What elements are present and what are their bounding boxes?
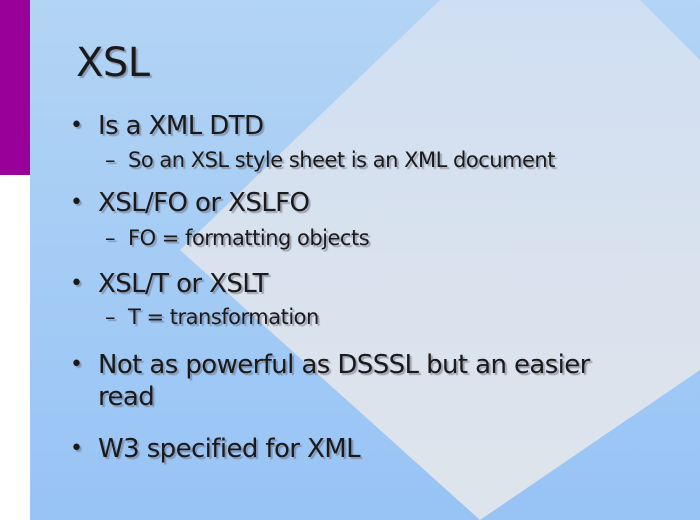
bullet-text: W3 specified for XML [98,434,361,464]
bullet-dot-icon: • [70,113,83,138]
bullet-dot-icon: • [70,436,83,461]
bullet-item: • XSL/FO or XSLFO [70,187,650,219]
bullet-text: Not as powerful as DSSSL but an easier r… [98,350,590,412]
sub-bullet-text: T = transformation [128,305,319,329]
bullet-item: • W3 specified for XML [70,433,650,465]
bullet-list: • Is a XML DTD – So an XSL style sheet i… [70,105,650,465]
bullet-dot-icon: • [70,352,83,377]
sub-bullet-item: – FO = formatting objects [70,225,650,251]
slide-title: XSL [76,40,150,86]
dash-icon: – [105,226,116,250]
bullet-item: • Is a XML DTD [70,110,650,142]
dash-icon: – [105,305,116,329]
bullet-text: Is a XML DTD [98,111,264,141]
dash-icon: – [105,148,116,172]
bullet-text: XSL/T or XSLT [98,269,268,299]
bullet-text: XSL/FO or XSLFO [98,188,310,218]
sub-bullet-text: So an XSL style sheet is an XML document [128,148,555,172]
sub-bullet-text: FO = formatting objects [128,226,370,250]
bullet-item: • Not as powerful as DSSSL but an easier… [70,349,650,413]
accent-bar [0,0,30,175]
bullet-item: • XSL/T or XSLT [70,268,650,300]
slide: XSL • Is a XML DTD – So an XSL style she… [0,0,700,520]
bullet-dot-icon: • [70,271,83,296]
sub-bullet-item: – T = transformation [70,304,650,330]
sub-bullet-item: – So an XSL style sheet is an XML docume… [70,147,650,173]
bullet-dot-icon: • [70,190,83,215]
